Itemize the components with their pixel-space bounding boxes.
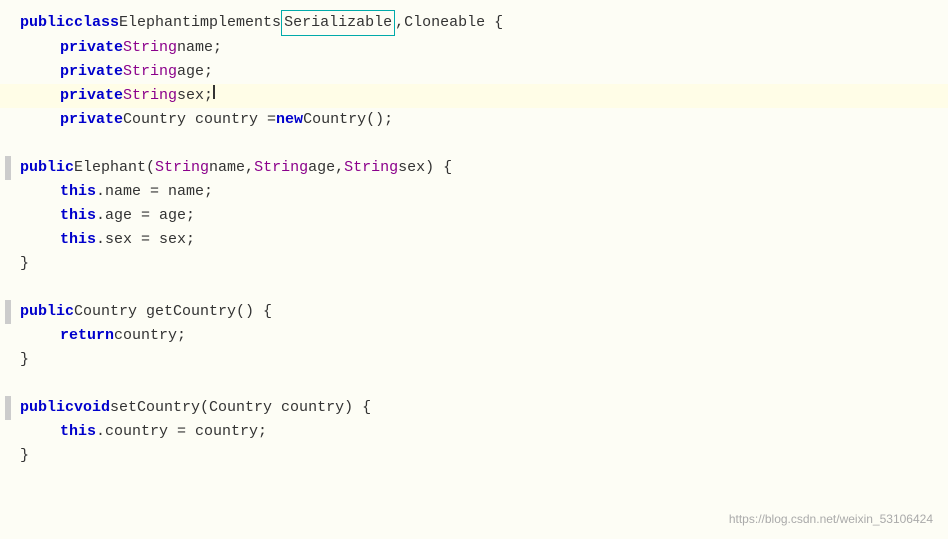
code-line-17: public void setCountry(Country country) … — [0, 396, 948, 420]
type-string-5: String — [254, 156, 308, 180]
code-line-4: private String sex; — [0, 84, 948, 108]
keyword-class: class — [74, 11, 119, 35]
keyword-implements: implements — [191, 11, 281, 35]
keyword-public-2: public — [20, 156, 74, 180]
code-line-19: } — [0, 444, 948, 468]
keyword-private-4: private — [60, 108, 123, 132]
code-line-9: this .age = age; — [0, 204, 948, 228]
close-brace-3: } — [20, 444, 29, 468]
code-line-7: public Elephant( String name, String age… — [0, 156, 948, 180]
space: Country country = — [123, 108, 276, 132]
code-line-12-empty — [0, 276, 948, 300]
param-name: name, — [209, 156, 254, 180]
keyword-private-1: private — [60, 36, 123, 60]
serializable-highlighted: Serializable — [281, 10, 395, 36]
var-name: name; — [177, 36, 222, 60]
setcountry-decl: setCountry(Country country) { — [110, 396, 371, 420]
type-string-1: String — [123, 36, 177, 60]
dot-name: .name = name; — [96, 180, 213, 204]
this-keyword-2: this — [60, 204, 96, 228]
keyword-public-1: public — [20, 11, 74, 35]
type-string-4: String — [155, 156, 209, 180]
code-line-8: this .name = name; — [0, 180, 948, 204]
keyword-public-4: public — [20, 396, 74, 420]
code-line-13: public Country getCountry() { — [0, 300, 948, 324]
var-age: age; — [177, 60, 213, 84]
keyword-return-1: return — [60, 324, 114, 348]
var-sex: sex; — [177, 84, 213, 108]
text-cursor — [213, 85, 215, 99]
code-line-16-empty — [0, 372, 948, 396]
code-editor: public class Elephant implements Seriali… — [0, 0, 948, 539]
comma-cloneable: ,Cloneable { — [395, 11, 503, 35]
return-country: country; — [114, 324, 186, 348]
code-line-15: } — [0, 348, 948, 372]
country-constructor: Country(); — [303, 108, 393, 132]
space: Elephant — [119, 11, 191, 35]
keyword-public-3: public — [20, 300, 74, 324]
this-keyword-3: this — [60, 228, 96, 252]
this-keyword-4: this — [60, 420, 96, 444]
code-line-14: return country; — [0, 324, 948, 348]
keyword-private-2: private — [60, 60, 123, 84]
code-line-11: } — [0, 252, 948, 276]
code-line-6-empty — [0, 132, 948, 156]
code-line-5: private Country country = new Country(); — [0, 108, 948, 132]
dot-age: .age = age; — [96, 204, 195, 228]
code-line-2: private String name; — [0, 36, 948, 60]
getcountry-decl: Country getCountry() { — [74, 300, 272, 324]
param-age: age, — [308, 156, 344, 180]
space: Elephant( — [74, 156, 155, 180]
this-keyword-1: this — [60, 180, 96, 204]
code-line-18: this .country = country; — [0, 420, 948, 444]
keyword-new: new — [276, 108, 303, 132]
type-string-6: String — [344, 156, 398, 180]
code-line-1: public class Elephant implements Seriali… — [0, 10, 948, 36]
dot-sex: .sex = sex; — [96, 228, 195, 252]
keyword-void: void — [74, 396, 110, 420]
watermark: https://blog.csdn.net/weixin_53106424 — [729, 510, 933, 529]
close-brace-2: } — [20, 348, 29, 372]
dot-country: .country = country; — [96, 420, 267, 444]
code-line-3: private String age; — [0, 60, 948, 84]
keyword-private-3: private — [60, 84, 123, 108]
type-string-2: String — [123, 60, 177, 84]
close-brace-1: } — [20, 252, 29, 276]
type-string-3: String — [123, 84, 177, 108]
param-sex: sex) { — [398, 156, 452, 180]
code-line-10: this .sex = sex; — [0, 228, 948, 252]
